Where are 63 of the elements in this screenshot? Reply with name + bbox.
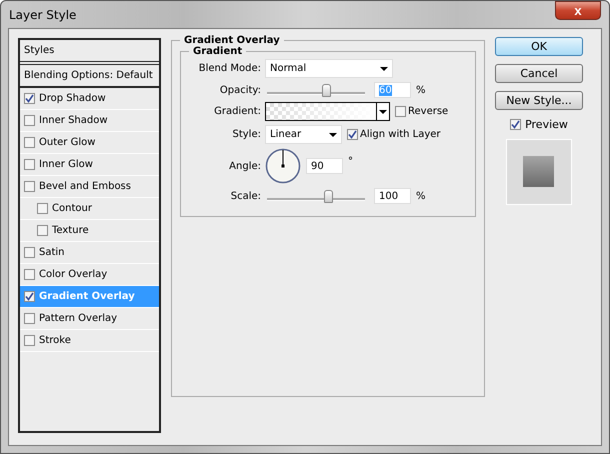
checkbox[interactable] [347, 129, 358, 140]
dropdown-button[interactable] [376, 103, 389, 120]
angle-dial[interactable] [265, 148, 301, 184]
slider-thumb[interactable] [324, 190, 333, 202]
field-label: Opacity: [218, 84, 261, 96]
check-icon [25, 292, 34, 301]
section-title: Gradient Overlay [183, 35, 281, 46]
checkbox[interactable] [395, 106, 406, 117]
angle-field[interactable]: 90 [306, 158, 343, 174]
slider-thumb[interactable] [322, 84, 331, 96]
style-item[interactable]: Inner Glow [20, 154, 159, 176]
checkbox[interactable] [24, 291, 35, 302]
field-label: Scale: [230, 190, 261, 202]
field-label: Gradient: [213, 106, 261, 117]
check-icon [511, 120, 520, 129]
close-button[interactable]: x [555, 1, 601, 20]
checkbox-label: Align with Layer [360, 129, 441, 140]
caret-icon [379, 110, 387, 114]
style-item[interactable]: Inner Shadow [20, 110, 159, 132]
checkbox-label: Reverse [408, 106, 448, 117]
checkbox[interactable] [24, 93, 35, 104]
checkbox[interactable] [24, 137, 35, 148]
check-icon [25, 94, 34, 103]
check-icon [348, 130, 357, 139]
checkbox[interactable] [510, 119, 522, 130]
group-title: Gradient [192, 46, 244, 57]
style-item[interactable]: Satin [20, 242, 159, 264]
checkbox[interactable] [37, 203, 48, 214]
field-label: Angle: [228, 160, 261, 172]
checkbox[interactable] [24, 313, 35, 324]
dialog-button[interactable]: Cancel [495, 64, 583, 83]
scale-field[interactable]: 100 [374, 188, 411, 204]
unit-label: ° [348, 156, 353, 167]
list-header: Styles [20, 40, 159, 65]
caret-icon [329, 132, 337, 136]
unit-label: % [416, 84, 426, 96]
checkbox-label: Preview [525, 118, 568, 131]
style-item[interactable]: Drop Shadow [20, 88, 159, 110]
style-item[interactable]: Texture [20, 220, 159, 242]
checkbox[interactable] [24, 247, 35, 258]
checkbox[interactable] [37, 225, 48, 236]
style-item[interactable]: Outer Glow [20, 132, 159, 154]
dialog-button[interactable]: OK [495, 37, 583, 56]
caret-icon [380, 66, 388, 70]
field-label: Blend Mode: [198, 63, 261, 74]
window-title: Layer Style [9, 8, 76, 22]
blend-mode-dropdown[interactable]: Normal [265, 59, 393, 78]
checkbox[interactable] [24, 181, 35, 192]
checkbox[interactable] [24, 159, 35, 170]
checkbox[interactable] [24, 335, 35, 346]
checkbox[interactable] [24, 115, 35, 126]
style-item[interactable]: Pattern Overlay [20, 308, 159, 330]
unit-label: % [416, 190, 426, 202]
style-item[interactable]: Stroke [20, 330, 159, 352]
style-item[interactable]: Contour [20, 198, 159, 220]
style-item[interactable]: Blending Options: Default [20, 65, 159, 88]
style-item[interactable]: Bevel and Emboss [20, 176, 159, 198]
style-dropdown[interactable]: Linear [265, 125, 342, 144]
dialog-button[interactable]: New Style... [495, 91, 583, 110]
square-icon [522, 155, 556, 189]
field-label: Style: [232, 129, 261, 140]
checkbox[interactable] [24, 269, 35, 280]
gradient-picker[interactable] [265, 102, 390, 121]
